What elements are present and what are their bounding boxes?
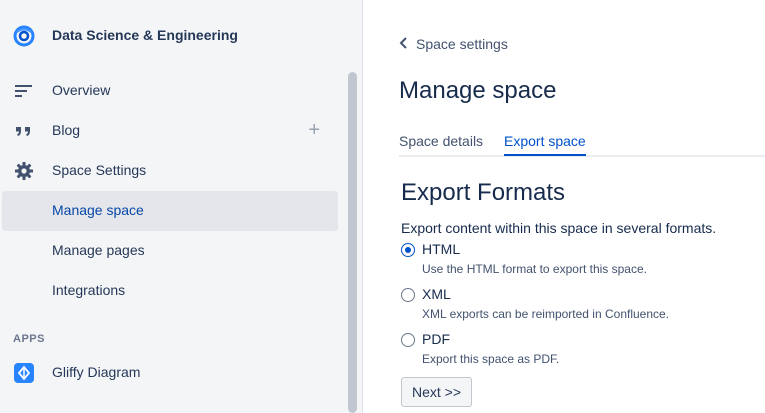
sidebar-item-label: Space Settings	[52, 162, 147, 178]
lines-icon	[14, 81, 34, 101]
option-help: XML exports can be reimported in Conflue…	[422, 307, 670, 321]
space-name: Data Science & Engineering	[52, 27, 238, 43]
radio-xml[interactable]	[401, 288, 415, 302]
sidebar-item-integrations[interactable]: Integrations	[2, 271, 338, 311]
breadcrumb[interactable]: Space settings	[399, 36, 508, 52]
main-content: Space settings Manage space Space detail…	[364, 0, 765, 413]
sidebar: Data Science & Engineering Overview Blog…	[0, 0, 363, 413]
radio-html[interactable]	[401, 243, 415, 257]
sidebar-item-label: Overview	[52, 82, 111, 98]
space-header[interactable]: Data Science & Engineering	[0, 14, 340, 58]
page-title: Manage space	[399, 77, 557, 104]
sidebar-item-label: Manage pages	[52, 242, 145, 258]
gliffy-icon	[14, 363, 34, 383]
sidebar-item-blog[interactable]: Blog +	[2, 111, 338, 151]
option-label: PDF	[422, 331, 450, 347]
chevron-left-icon	[399, 36, 413, 52]
tab-space-details[interactable]: Space details	[399, 133, 483, 154]
sidebar-item-label: Integrations	[52, 282, 126, 298]
sidebar-item-manage-pages[interactable]: Manage pages	[2, 231, 338, 271]
tabs: Space details Export space	[399, 130, 765, 157]
tab-export-space[interactable]: Export space	[504, 133, 586, 156]
option-label: XML	[422, 286, 451, 302]
sidebar-scrollbar[interactable]	[348, 72, 357, 413]
sidebar-item-gliffy[interactable]: Gliffy Diagram	[2, 353, 338, 393]
sidebar-item-label: Blog	[52, 122, 81, 138]
quote-icon	[14, 121, 34, 141]
apps-section-label: APPS	[13, 333, 45, 345]
sidebar-item-overview[interactable]: Overview	[2, 71, 338, 111]
sidebar-item-label: Manage space	[52, 202, 144, 218]
next-button[interactable]: Next >>	[401, 377, 472, 407]
option-help: Use the HTML format to export this space…	[422, 262, 647, 276]
breadcrumb-link[interactable]: Space settings	[416, 36, 508, 52]
section-description: Export content within this space in seve…	[401, 220, 717, 236]
section-title: Export Formats	[401, 179, 566, 206]
option-help: Export this space as PDF.	[422, 352, 560, 366]
option-label: HTML	[422, 241, 461, 257]
sidebar-item-manage-space[interactable]: Manage space	[2, 191, 338, 231]
add-blog-button[interactable]: +	[308, 119, 320, 142]
gear-icon	[14, 161, 34, 181]
radio-pdf[interactable]	[401, 333, 415, 347]
space-logo-icon	[13, 25, 35, 47]
sidebar-item-label: Gliffy Diagram	[52, 364, 141, 380]
sidebar-item-space-settings[interactable]: Space Settings	[2, 151, 338, 191]
